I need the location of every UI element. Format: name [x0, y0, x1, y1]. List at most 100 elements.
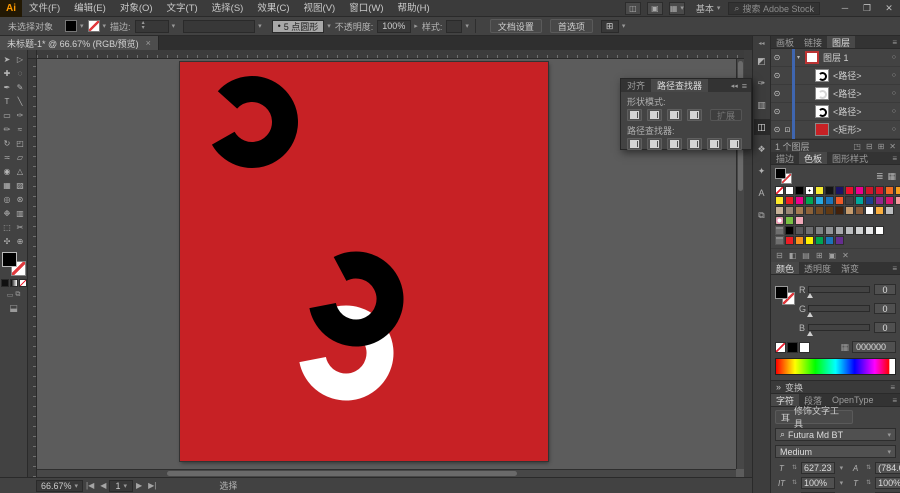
curvature-tool[interactable]: ✎	[14, 80, 27, 94]
outline-button[interactable]	[707, 138, 722, 150]
swatch[interactable]	[825, 236, 834, 245]
draw-behind-icon[interactable]: ⧉	[15, 291, 20, 299]
swatch[interactable]	[885, 196, 894, 205]
width-profile-select[interactable]	[183, 20, 255, 33]
smooth-tool[interactable]: ≈	[14, 122, 27, 136]
swatch[interactable]	[775, 196, 784, 205]
swatch[interactable]	[845, 186, 854, 195]
panel-tab[interactable]: 链接	[799, 36, 827, 48]
width-tool[interactable]: ≍	[1, 150, 14, 164]
fill-stroke-proxy[interactable]	[775, 286, 797, 306]
crop-button[interactable]	[687, 138, 702, 150]
panel-tab[interactable]: 图层	[827, 36, 855, 48]
swatch[interactable]	[795, 236, 804, 245]
target-circle[interactable]: ○	[892, 126, 896, 133]
visibility-toggle[interactable]: ⊙	[771, 125, 783, 134]
layer-label[interactable]: 图层 1	[823, 51, 849, 64]
maximize-button[interactable]: ❐	[856, 1, 878, 16]
symbol-sprayer-tool[interactable]: ❉	[1, 206, 14, 220]
layer-row[interactable]: ⊙ ▾ 图层 1 ○	[771, 49, 900, 67]
slider-track[interactable]	[808, 286, 870, 293]
menu-item[interactable]: 效果(C)	[250, 3, 296, 14]
swatch[interactable]	[865, 196, 874, 205]
free-transform-tool[interactable]: ▱	[14, 150, 27, 164]
expand-arrow[interactable]: »	[776, 382, 781, 392]
appearance-panel-icon[interactable]: ✦	[754, 163, 770, 179]
document-tab[interactable]: 未标题-1* @ 66.67% (RGB/预览) ×	[0, 36, 159, 50]
menu-item[interactable]: 文字(T)	[160, 3, 205, 14]
black-quick-swatch[interactable]	[787, 342, 798, 353]
color-mode-button[interactable]	[1, 279, 9, 287]
direct-selection-tool[interactable]: ▷	[14, 52, 27, 66]
swatch[interactable]	[865, 206, 874, 215]
swatch[interactable]	[815, 186, 824, 195]
pathfinder-panel-icon[interactable]: ◫	[754, 119, 770, 135]
blend-tool[interactable]: ⊛	[14, 192, 27, 206]
slider-thumb[interactable]	[807, 331, 813, 336]
swatch[interactable]	[795, 226, 804, 235]
style-swatch[interactable]	[446, 20, 462, 33]
workspace-switcher[interactable]: 基本▾	[696, 2, 721, 15]
tab-close-icon[interactable]: ×	[146, 38, 151, 48]
swatch[interactable]	[835, 206, 844, 215]
selection-tool[interactable]: ➤	[1, 52, 14, 66]
layer-row[interactable]: ⊙ <路径> ○	[771, 103, 900, 121]
menu-item[interactable]: 窗口(W)	[342, 3, 390, 14]
hex-value-input[interactable]: 000000	[852, 341, 896, 353]
stock-icon[interactable]: ▣	[647, 2, 663, 15]
perspective-grid-tool[interactable]: △	[14, 164, 27, 178]
swatch[interactable]	[795, 196, 804, 205]
swatch[interactable]	[795, 206, 804, 215]
stock-search[interactable]: ⌕搜索 Adobe Stock	[728, 2, 820, 15]
swatch[interactable]	[855, 226, 864, 235]
panel-menu-icon[interactable]: ≡	[892, 152, 900, 164]
swatch[interactable]	[815, 236, 824, 245]
touch-type-tool-button[interactable]: 耳 修饰文字工具	[775, 410, 853, 424]
new-color-group-icon[interactable]: ⊞	[816, 251, 823, 260]
artboard-number-select[interactable]: 1▾	[109, 480, 133, 492]
menu-item[interactable]: 对象(O)	[113, 3, 160, 14]
font-style-select[interactable]: Medium ▾	[775, 445, 896, 458]
swatch[interactable]	[855, 206, 864, 215]
swatch-libraries-icon[interactable]: ⊟	[776, 251, 783, 260]
shape-builder-tool[interactable]: ◉	[1, 164, 14, 178]
white-quick-swatch[interactable]	[799, 342, 810, 353]
layer-label[interactable]: <路径>	[833, 69, 862, 82]
swatch[interactable]	[885, 206, 894, 215]
list-view-icon[interactable]: ≣	[876, 171, 884, 182]
bridge-icon[interactable]: ◫	[625, 2, 641, 15]
exclude-button[interactable]	[687, 109, 702, 121]
swatch[interactable]	[785, 186, 794, 195]
swatch[interactable]	[875, 226, 884, 235]
vertical-scale-field[interactable]: IT ⇅ 100%▾	[775, 477, 843, 489]
first-artboard-button[interactable]: |◀	[86, 481, 94, 490]
swatch[interactable]	[895, 196, 900, 205]
lasso-tool[interactable]: ◌	[14, 66, 27, 80]
fill-swatch[interactable]	[2, 252, 17, 267]
swatch[interactable]	[825, 206, 834, 215]
swatch[interactable]	[845, 226, 854, 235]
arrange-documents-icon[interactable]: ▦▾	[669, 2, 685, 15]
panel-tab[interactable]: 色板	[799, 152, 827, 164]
delete-layer-button[interactable]: ✕	[889, 142, 896, 151]
menu-item[interactable]: 视图(V)	[297, 3, 343, 14]
visibility-toggle[interactable]: ⊙	[771, 53, 783, 62]
scale-tool[interactable]: ◰	[14, 136, 27, 150]
swatch[interactable]	[835, 226, 844, 235]
slider-track[interactable]	[808, 324, 870, 331]
panel-tab[interactable]: 描边	[771, 152, 799, 164]
panel-tab[interactable]: 图形样式	[827, 152, 873, 164]
show-swatch-kinds-icon[interactable]: ▤	[802, 251, 810, 260]
panel-menu-icon[interactable]: ≡	[892, 394, 900, 406]
swatch[interactable]	[825, 226, 834, 235]
intersect-button[interactable]	[667, 109, 682, 121]
screen-mode-icon[interactable]: ⬓	[0, 303, 27, 314]
close-button[interactable]: ✕	[878, 1, 900, 16]
swatch[interactable]	[785, 206, 794, 215]
channel-value[interactable]: 0	[874, 322, 896, 333]
opacity-input[interactable]: 100%	[377, 20, 411, 33]
fill-stroke-indicator[interactable]	[2, 252, 26, 276]
channel-value[interactable]: 0	[874, 284, 896, 295]
artboard-tool[interactable]: ⬚	[1, 220, 14, 234]
panel-tab[interactable]: 路径查找器	[651, 79, 708, 92]
